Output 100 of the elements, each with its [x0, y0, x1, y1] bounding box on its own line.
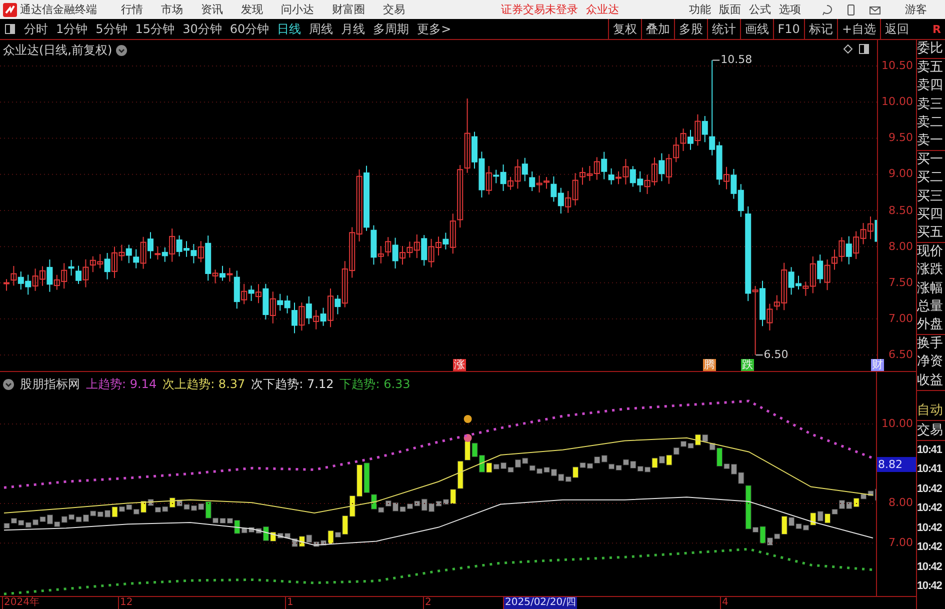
mode-label[interactable]: 自动	[917, 400, 945, 421]
low-price-label: 6.50	[764, 348, 788, 361]
period-tab[interactable]: 日线	[273, 20, 306, 38]
menu-item[interactable]: 行情	[119, 2, 145, 17]
period-tab[interactable]: 5分钟	[92, 20, 132, 38]
date-axis-label: 12	[118, 597, 134, 609]
logo-icon	[3, 2, 17, 16]
leader-line	[755, 354, 764, 356]
quote-label: 卖一	[917, 132, 944, 150]
user-name[interactable]: 游客	[905, 2, 927, 17]
trade-time: 10:41	[917, 462, 943, 478]
menu-item[interactable]: 选项	[779, 2, 801, 17]
trade-time: 10:42	[917, 501, 943, 516]
trade-time: 10:42	[917, 560, 943, 575]
login-status: 证券交易未登录	[501, 2, 578, 17]
phone-icon[interactable]	[845, 4, 857, 16]
toolbar-button[interactable]: 统计	[706, 19, 740, 39]
menu-item[interactable]: 版面	[719, 2, 741, 17]
date-axis-label: 2	[423, 597, 432, 609]
period-tab[interactable]: 30分钟	[178, 20, 226, 38]
quote-label: 卖四	[917, 77, 944, 96]
menu-item[interactable]: 问小达	[279, 2, 316, 17]
chevron-icon[interactable]	[3, 379, 14, 390]
leader-line	[712, 60, 720, 61]
price-axis-label: 9.50	[888, 132, 913, 144]
trade-time: 10:42	[917, 520, 943, 536]
quote-label: 现价	[917, 243, 944, 262]
period-tab[interactable]: 1分钟	[52, 20, 92, 38]
quote-label: 买五	[917, 224, 944, 242]
quote-label: 涨幅	[917, 280, 944, 298]
toolbar-button[interactable]: 多股	[674, 19, 707, 39]
price-axis-label: 8.50	[888, 204, 913, 216]
quote-label: 换手	[917, 335, 944, 354]
quote-label: 总量	[917, 298, 944, 316]
toolbar-button[interactable]: 返回	[880, 19, 913, 39]
legend-item: 次上趋势: 8.37	[162, 376, 246, 394]
price-axis-label: 10.50	[880, 60, 913, 72]
toolbar-button[interactable]: 标记	[804, 19, 837, 39]
trade-title: 交易	[917, 420, 945, 441]
menu-item[interactable]: 发现	[239, 2, 265, 17]
chart-title: 众业达(日线,前复权)	[3, 42, 112, 59]
indicator-name: 股朋指标网	[20, 376, 80, 394]
chevron-icon[interactable]	[116, 45, 128, 56]
quote-label: 买一	[917, 151, 944, 170]
coin-icon	[464, 415, 472, 424]
legend-item: 上趋势: 9.14	[86, 376, 157, 394]
stock-name[interactable]: 众业达	[586, 2, 619, 17]
quote-label: 买二	[917, 169, 944, 188]
period-tab[interactable]: 月线	[337, 20, 370, 38]
period-tab[interactable]: 周线	[305, 20, 338, 38]
quote-label: 买四	[917, 206, 944, 224]
price-axis-label: 6.50	[888, 349, 913, 361]
mail-icon[interactable]	[869, 4, 881, 16]
toolbar-button[interactable]: +自选	[836, 19, 880, 39]
menu-item[interactable]: 公式	[749, 2, 771, 17]
menu-item[interactable]: 财富圈	[330, 2, 367, 17]
coin-icon	[464, 434, 472, 442]
menu-item[interactable]: 功能	[689, 2, 711, 17]
period-tab[interactable]: 更多>	[413, 20, 456, 38]
trade-time: 10:42	[917, 540, 943, 556]
legend-item: 次下趋势: 7.12	[251, 376, 334, 394]
trade-time: 10:41	[917, 442, 943, 458]
menu-item[interactable]: 交易	[381, 2, 407, 17]
quote-label: 收益	[917, 372, 944, 390]
period-tab[interactable]: 分时	[20, 20, 52, 38]
high-price-label: 10.58	[720, 53, 752, 66]
indicator-axis-label: 7.00	[888, 537, 913, 550]
quote-label: 买三	[917, 188, 944, 206]
diamond-icon[interactable]	[843, 44, 853, 54]
toolbar-button[interactable]: F10	[772, 19, 804, 39]
quote-label: 净资	[917, 353, 944, 372]
date-axis-label: 4	[720, 597, 730, 609]
app-title: 通达信金融终端	[20, 2, 97, 17]
trade-time: 10:42	[917, 482, 943, 497]
panel-icon[interactable]	[5, 24, 15, 34]
toolbar-button[interactable]: 画线	[740, 19, 773, 39]
chat-icon[interactable]	[821, 4, 833, 16]
toolbar-button[interactable]: 叠加	[640, 19, 674, 39]
menu-item[interactable]: 市场	[159, 2, 185, 17]
quote-label: 涨跌	[917, 261, 944, 280]
legend-item: 下趋势: 6.33	[340, 376, 410, 394]
date-axis-label: 1	[285, 597, 294, 609]
period-tab[interactable]: 15分钟	[131, 20, 179, 38]
indicator-axis-label: 10.00	[880, 418, 913, 430]
price-axis-label: 9.00	[888, 168, 913, 180]
trade-time: 10:42	[917, 579, 943, 594]
quote-label: 卖二	[917, 114, 944, 132]
event-marker[interactable]: 涨	[453, 359, 466, 371]
period-tab[interactable]: 多周期	[369, 20, 414, 38]
period-tab[interactable]: 60分钟	[226, 20, 274, 38]
quote-label: 委比	[917, 40, 944, 58]
date-axis-label: 2025/02/20/四	[503, 597, 578, 609]
menu-item[interactable]: 资讯	[199, 2, 225, 17]
price-axis-label: 8.00	[888, 240, 913, 253]
panel-icon[interactable]	[859, 44, 869, 54]
date-axis-label: 2024年	[2, 597, 40, 609]
corner-label: R	[932, 22, 942, 36]
quote-label: 卖三	[917, 96, 944, 114]
quote-label: 外盘	[917, 316, 944, 334]
toolbar-button[interactable]: 复权	[608, 19, 641, 39]
